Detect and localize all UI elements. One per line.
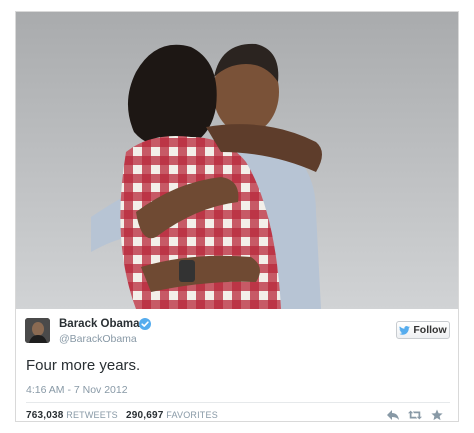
retweet-icon[interactable] xyxy=(408,409,422,421)
retweets-label: RETWEETS xyxy=(66,410,118,420)
tweet-card: Barack Obama @BarackObama Follow Four mo… xyxy=(15,11,459,422)
favorites-stat[interactable]: 290,697 FAVORITES xyxy=(125,410,218,421)
avatar[interactable] xyxy=(25,318,50,343)
user-handle[interactable]: @BarackObama xyxy=(59,333,137,345)
tweet-timestamp[interactable]: 4:16 AM - 7 Nov 2012 xyxy=(26,384,128,396)
verified-badge-icon xyxy=(139,318,151,330)
favorites-label: FAVORITES xyxy=(166,410,218,420)
divider xyxy=(26,402,450,403)
follow-button-label: Follow xyxy=(413,324,447,336)
tweet-text: Four more years. xyxy=(26,357,141,374)
avatar-image xyxy=(25,318,50,343)
favorites-count: 290,697 xyxy=(125,410,164,421)
retweets-stat[interactable]: 763,038 RETWEETS xyxy=(26,410,118,421)
follow-button[interactable]: Follow xyxy=(396,321,450,339)
star-icon[interactable] xyxy=(430,409,444,421)
tweet-actions xyxy=(386,409,444,421)
twitter-bird-icon xyxy=(399,325,411,335)
tweet-body: Barack Obama @BarackObama Follow Four mo… xyxy=(16,309,458,421)
tweet-stats: 763,038 RETWEETS 290,697 FAVORITES xyxy=(26,410,218,421)
user-name[interactable]: Barack Obama xyxy=(59,318,140,330)
retweets-count: 763,038 xyxy=(26,410,64,421)
reply-icon[interactable] xyxy=(386,409,400,421)
tweet-photo[interactable] xyxy=(16,12,458,309)
embrace-photo-image xyxy=(16,12,458,309)
